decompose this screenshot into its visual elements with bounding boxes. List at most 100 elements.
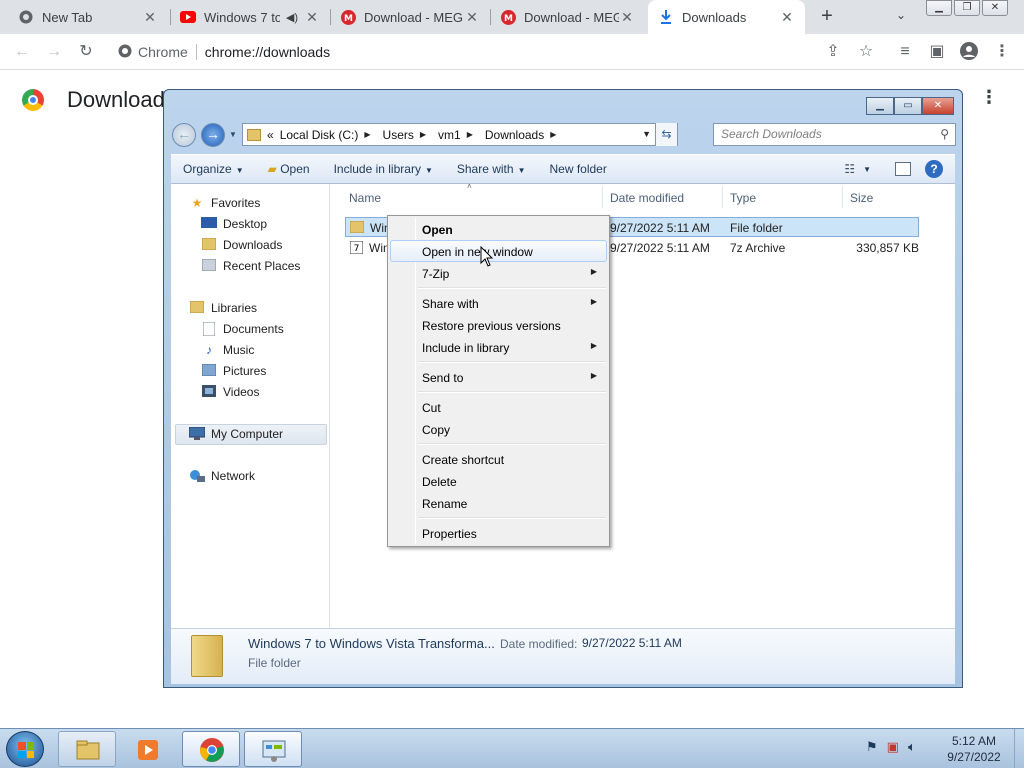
breadcrumb-users[interactable]: Users: [383, 128, 414, 142]
close-tab-icon[interactable]: ✕: [464, 9, 480, 26]
chrome-menu-icon[interactable]: ⋮: [992, 42, 1012, 62]
breadcrumb-chevron-icon[interactable]: ▶: [364, 130, 370, 139]
tab-mega-2[interactable]: M Download - MEG ✕: [490, 0, 645, 34]
close-button[interactable]: ✕: [982, 0, 1008, 16]
column-type[interactable]: Type: [730, 191, 756, 205]
close-tab-icon[interactable]: ✕: [304, 9, 320, 26]
side-panel-icon[interactable]: ▣: [927, 42, 947, 62]
menu-item-delete[interactable]: Delete: [390, 470, 607, 492]
omnibox[interactable]: Chrome chrome://downloads: [108, 38, 888, 66]
profile-avatar-icon[interactable]: [959, 42, 979, 62]
restore-button[interactable]: ❐: [954, 0, 980, 16]
nav-recent-places[interactable]: Recent Places: [201, 258, 300, 273]
explorer-minimize-button[interactable]: ▁: [866, 97, 894, 115]
forward-button[interactable]: →: [201, 123, 225, 147]
downloads-menu-icon[interactable]: ⋮: [980, 87, 998, 108]
tab-youtube[interactable]: Windows 7 to ◀) ✕: [170, 0, 330, 34]
audio-playing-icon[interactable]: ◀): [286, 11, 298, 24]
organize-button[interactable]: Organize ▼: [171, 162, 256, 176]
taskbar-chrome[interactable]: [182, 731, 240, 767]
breadcrumb-chevron-icon[interactable]: ▶: [550, 130, 556, 139]
media-queue-icon[interactable]: ≡: [895, 42, 915, 62]
chrome-icon: [200, 738, 224, 762]
close-tab-icon[interactable]: ✕: [619, 9, 635, 26]
tab-new-tab[interactable]: New Tab ✕: [8, 0, 168, 34]
network-status-icon[interactable]: ▣: [887, 739, 899, 755]
close-tab-icon[interactable]: ✕: [779, 9, 795, 26]
breadcrumb-downloads[interactable]: Downloads: [485, 128, 544, 142]
menu-item-open-in-new-window[interactable]: Open in new window: [390, 240, 607, 262]
column-date-modified[interactable]: Date modified: [610, 191, 684, 205]
omnibox-url[interactable]: chrome://downloads: [205, 44, 330, 60]
breadcrumb-chevron-icon[interactable]: ▶: [420, 130, 426, 139]
column-size[interactable]: Size: [850, 191, 873, 205]
menu-item-restore-previous-versions[interactable]: Restore previous versions: [390, 314, 607, 336]
nav-network[interactable]: Network: [189, 469, 255, 483]
volume-icon[interactable]: 🔈︎: [908, 739, 916, 755]
close-tab-icon[interactable]: ✕: [142, 9, 158, 26]
menu-item-create-shortcut[interactable]: Create shortcut: [390, 448, 607, 470]
address-dropdown-icon[interactable]: ▼: [642, 129, 651, 139]
nav-music[interactable]: ♪ Music: [201, 343, 254, 357]
tab-title: New Tab: [42, 9, 93, 25]
menu-item-7zip[interactable]: 7-Zip ▶: [390, 262, 607, 284]
breadcrumb-overflow[interactable]: «: [267, 128, 274, 142]
menu-item-include-in-library[interactable]: Include in library ▶: [390, 336, 607, 358]
tab-downloads[interactable]: Downloads ✕: [648, 0, 805, 34]
search-input[interactable]: Search Downloads ⚲: [713, 123, 956, 146]
nav-favorites[interactable]: ★ Favorites: [189, 196, 261, 210]
column-name[interactable]: Name: [349, 191, 381, 205]
nav-label: Pictures: [223, 364, 267, 378]
preview-pane-icon[interactable]: [895, 162, 911, 176]
view-dropdown-icon[interactable]: ▼: [863, 165, 871, 174]
taskbar-control-panel[interactable]: [244, 731, 302, 767]
back-button[interactable]: ←: [172, 123, 196, 147]
share-with-button[interactable]: Share with ▼: [445, 162, 538, 176]
show-desktop-button[interactable]: [1014, 729, 1024, 768]
new-folder-button[interactable]: New folder: [537, 162, 618, 176]
file-explorer-icon: [76, 740, 100, 760]
menu-item-open[interactable]: Open: [390, 218, 607, 240]
nav-libraries[interactable]: Libraries: [189, 300, 257, 315]
system-clock[interactable]: 5:12 AM 9/27/2022: [944, 733, 1004, 765]
explorer-close-button[interactable]: ✕: [922, 97, 954, 115]
reload-icon[interactable]: ↻: [76, 42, 96, 62]
share-icon[interactable]: ⇪: [823, 42, 843, 62]
taskbar-media-player[interactable]: [120, 731, 176, 767]
nav-pictures[interactable]: Pictures: [201, 363, 267, 378]
menu-item-copy[interactable]: Copy: [390, 418, 607, 440]
nav-desktop[interactable]: Desktop: [201, 217, 267, 231]
menu-item-share-with[interactable]: Share with ▶: [390, 292, 607, 314]
action-center-flag-icon[interactable]: ⚑: [866, 739, 878, 755]
start-button[interactable]: [6, 731, 44, 767]
nav-videos[interactable]: Videos: [201, 385, 259, 399]
breadcrumb-local-disk[interactable]: Local Disk (C:): [280, 128, 359, 142]
taskbar-explorer[interactable]: [58, 731, 116, 767]
change-view-icon[interactable]: ☷: [844, 162, 855, 176]
search-icon[interactable]: ⚲: [940, 124, 949, 145]
menu-item-send-to[interactable]: Send to ▶: [390, 366, 607, 388]
tab-search-chevron-icon[interactable]: ⌄: [896, 8, 906, 22]
back-arrow-icon[interactable]: ←: [12, 42, 32, 62]
nav-documents[interactable]: Documents: [201, 321, 284, 337]
refresh-icon[interactable]: ⇆: [655, 123, 677, 146]
menu-item-properties[interactable]: Properties: [390, 522, 607, 544]
breadcrumb-chevron-icon[interactable]: ▶: [467, 130, 473, 139]
tab-mega-1[interactable]: M Download - MEG ✕: [330, 0, 490, 34]
open-button[interactable]: ▰ Open: [256, 162, 322, 176]
recent-pages-dropdown-icon[interactable]: ▼: [229, 130, 237, 139]
menu-item-rename[interactable]: Rename: [390, 492, 607, 514]
address-bar[interactable]: « Local Disk (C:) ▶ Users ▶ vm1 ▶ Downlo…: [242, 123, 678, 146]
bookmark-star-icon[interactable]: ☆: [856, 42, 876, 62]
new-tab-button[interactable]: +: [815, 5, 839, 29]
nav-my-computer[interactable]: My Computer: [188, 426, 283, 441]
help-icon[interactable]: ?: [925, 160, 943, 178]
include-in-library-button[interactable]: Include in library ▼: [322, 162, 445, 176]
forward-arrow-icon[interactable]: →: [44, 42, 64, 62]
menu-item-cut[interactable]: Cut: [390, 396, 607, 418]
breadcrumb-vm1[interactable]: vm1: [438, 128, 461, 142]
details-date-label: Date modified:: [500, 637, 578, 651]
explorer-maximize-button[interactable]: ▭: [894, 97, 922, 115]
nav-downloads[interactable]: Downloads: [201, 237, 282, 252]
minimize-button[interactable]: ▁: [926, 0, 952, 16]
